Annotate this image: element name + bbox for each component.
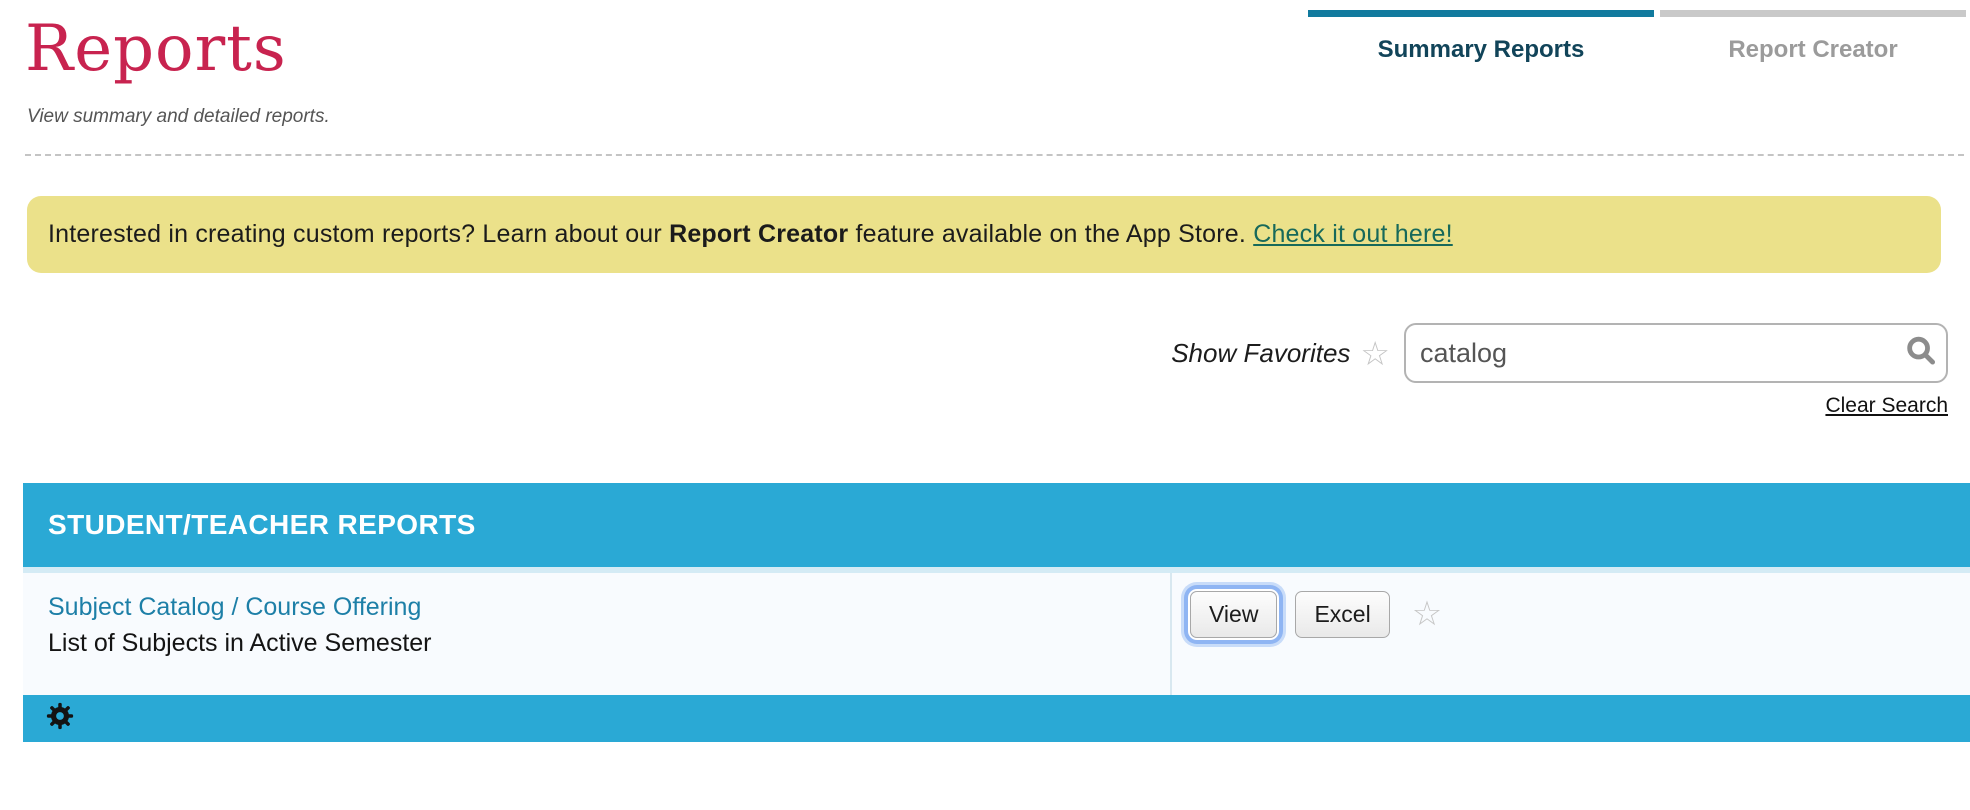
favorite-star-icon[interactable]: ☆ <box>1412 597 1442 631</box>
page-title: Reports <box>25 12 287 86</box>
banner-text-after: feature available on the App Store. <box>848 220 1254 248</box>
page-subtitle: View summary and detailed reports. <box>27 106 330 127</box>
view-button[interactable]: View <box>1190 591 1278 638</box>
reports-page: Reports View summary and detailed report… <box>0 0 1970 810</box>
clear-search-link[interactable]: Clear Search <box>1825 394 1948 418</box>
favorites-star-icon[interactable]: ☆ <box>1360 337 1390 370</box>
header-divider <box>25 154 1964 156</box>
search-bar: Show Favorites ☆ <box>1000 322 1948 384</box>
banner-bold-text: Report Creator <box>669 220 849 248</box>
table-row: Subject Catalog / Course Offering List o… <box>23 573 1970 695</box>
tab-report-creator[interactable]: Report Creator <box>1660 36 1966 64</box>
search-icon[interactable] <box>1904 334 1938 373</box>
report-description: List of Subjects in Active Semester <box>48 629 432 657</box>
tab-indicator-report-creator <box>1660 10 1966 17</box>
table-section-header: STUDENT/TEACHER REPORTS <box>23 483 1970 567</box>
row-actions: View Excel ☆ <box>1181 573 1442 695</box>
report-link[interactable]: Subject Catalog / Course Offering <box>48 593 421 622</box>
promo-banner: Interested in creating custom reports? L… <box>27 196 1941 273</box>
cell-divider <box>1170 573 1172 695</box>
tab-summary-reports[interactable]: Summary Reports <box>1308 36 1654 64</box>
show-favorites-label[interactable]: Show Favorites <box>1171 338 1350 369</box>
search-input[interactable] <box>1404 323 1948 383</box>
table-section-title: STUDENT/TEACHER REPORTS <box>48 509 476 540</box>
gear-icon[interactable] <box>45 701 75 736</box>
banner-text-before: Interested in creating custom reports? L… <box>48 220 670 248</box>
tab-indicator-summary-reports <box>1308 10 1654 17</box>
excel-button[interactable]: Excel <box>1295 591 1390 638</box>
table-footer <box>23 695 1970 742</box>
search-field-wrap <box>1404 323 1948 383</box>
banner-link[interactable]: Check it out here! <box>1253 220 1453 249</box>
